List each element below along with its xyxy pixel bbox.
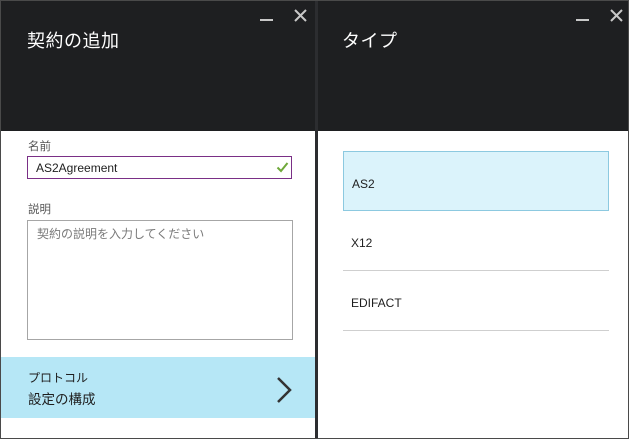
protocol-value: 設定の構成: [28, 392, 96, 408]
add-agreement-blade: 契約の追加 名前 説明 プロトコル 設定の構成: [1, 1, 315, 438]
close-button[interactable]: [289, 5, 311, 25]
type-list: AS2 X12 EDIFACT: [343, 151, 609, 331]
name-input[interactable]: [27, 156, 292, 179]
blade-title: タイプ: [342, 31, 398, 52]
type-item-label: AS2: [352, 177, 375, 191]
chevron-right-icon: [277, 377, 292, 403]
name-label: 名前: [28, 139, 51, 153]
valid-check-icon: [276, 162, 289, 173]
minimize-icon: [575, 19, 589, 21]
type-item-label: X12: [351, 236, 373, 250]
type-item-as2[interactable]: AS2: [343, 151, 609, 211]
minimize-button[interactable]: [255, 5, 277, 25]
protocol-label: プロトコル: [28, 371, 89, 385]
description-label: 説明: [28, 202, 51, 216]
minimize-icon: [259, 19, 273, 21]
blade-header: 契約の追加: [1, 1, 315, 131]
app-frame: 契約の追加 名前 説明 プロトコル 設定の構成: [0, 0, 629, 439]
protocol-settings-row[interactable]: プロトコル 設定の構成: [1, 357, 315, 418]
type-item-x12[interactable]: X12: [343, 211, 609, 271]
type-item-edifact[interactable]: EDIFACT: [343, 271, 609, 331]
close-icon: [609, 8, 623, 22]
close-icon: [293, 8, 307, 22]
blade-title: 契約の追加: [27, 31, 120, 52]
type-item-label: EDIFACT: [351, 296, 402, 310]
blade-header: タイプ: [318, 1, 628, 131]
close-button[interactable]: [605, 5, 627, 25]
minimize-button[interactable]: [571, 5, 593, 25]
type-blade: タイプ AS2 X12 EDIFACT: [318, 1, 628, 438]
description-textarea[interactable]: [27, 220, 293, 340]
